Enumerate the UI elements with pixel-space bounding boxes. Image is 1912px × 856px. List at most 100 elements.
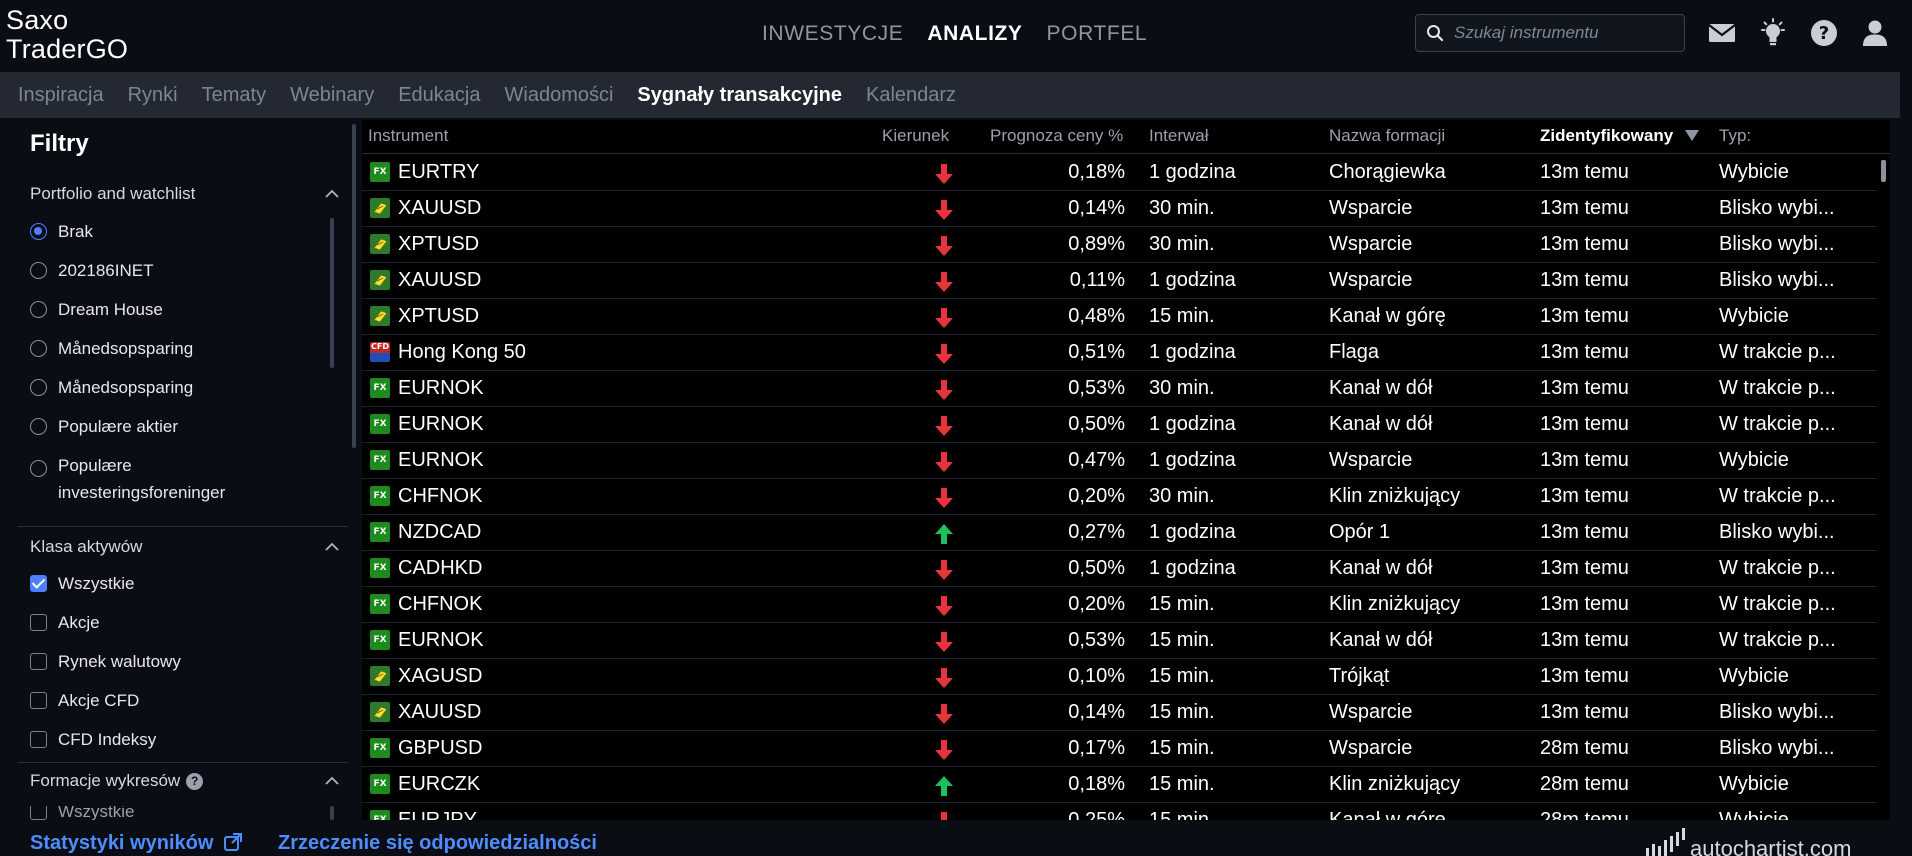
table-row[interactable]: XPTUSD 0,48% 15 min. Kanał w górę 13m temu Wy… [362,299,1877,335]
portfolio-scrollbar[interactable] [330,218,334,368]
column-header-instrument[interactable]: Instrument [368,126,448,146]
type-cell: W trakcie p... [1719,485,1836,507]
checkbox[interactable] [30,806,47,820]
radio[interactable] [30,340,47,357]
option-label: Wszystkie [58,806,135,820]
tab-kalendarz[interactable]: Kalendarz [866,84,956,107]
table-row[interactable]: XAUUSD 0,14% 15 min. Wsparcie 13m temu Blisko… [362,695,1877,731]
asset-class-option[interactable]: CFD Indeksy [30,730,156,750]
option-label: Populære investeringsforeninger [58,456,226,502]
column-header-pattern[interactable]: Nazwa formacji [1329,126,1445,146]
table-row[interactable]: FX EURNOK 0,50% 1 godzina Kanał w dół 13m tem… [362,407,1877,443]
app-logo[interactable]: Saxo TraderGO [6,6,128,64]
portfolio-option[interactable]: 202186INET [30,261,153,281]
option-label: 202186INET [58,261,154,280]
table-scrollbar[interactable] [1881,160,1886,182]
search-input[interactable] [1454,23,1674,43]
tab-wiadomosci[interactable]: Wiadomości [505,84,614,107]
column-header-interval[interactable]: Interwał [1149,126,1209,146]
column-header-type[interactable]: Typ: [1719,126,1751,146]
checkbox[interactable] [30,731,47,748]
table-row[interactable]: XPTUSD 0,89% 30 min. Wsparcie 13m temu Blisko… [362,227,1877,263]
table-row[interactable]: FX CHFNOK 0,20% 30 min. Klin zniżkujący 13m t… [362,479,1877,515]
table-row[interactable]: FX EURTRY 0,18% 1 godzina Chorągiewka 13m tem… [362,155,1877,191]
table-row[interactable]: FX GBPUSD 0,17% 15 min. Wsparcie 28m temu Blis… [362,731,1877,767]
chevron-up-icon[interactable] [324,539,340,555]
checkbox[interactable] [30,653,47,670]
table-row[interactable]: FX NZDCAD 0,27% 1 godzina Opór 1 13m temu Blis… [362,515,1877,551]
portfolio-option[interactable]: Populære aktier [30,417,178,437]
option-label: Rynek walutowy [58,652,181,671]
disclaimer-link[interactable]: Zrzeczenie się odpowiedzialności [278,832,597,855]
radio-selected[interactable] [30,223,47,240]
patterns-option[interactable]: Wszystkie [30,806,135,820]
stats-link[interactable]: Statystyki wyników [30,832,243,855]
asset-class-option[interactable]: Wszystkie [30,574,135,594]
pattern-cell: Wsparcie [1329,449,1413,471]
portfolio-option[interactable]: Månedsopsparing [30,339,193,359]
table-row[interactable]: XAUUSD 0,14% 30 min. Wsparcie 13m temu Blisko… [362,191,1877,227]
table-row[interactable]: XAGUSD 0,10% 15 min. Trójkąt 13m temu Wybicie [362,659,1877,695]
patterns-section-heading: Formacje wykresów? [30,771,204,791]
sidebar-scrollbar[interactable] [352,124,356,448]
chevron-up-icon[interactable] [324,773,340,789]
checkbox[interactable] [30,692,47,709]
radio[interactable] [30,418,47,435]
nav-inwestycje[interactable]: INWESTYCJE [762,22,903,46]
identified-cell: 13m temu [1540,593,1629,615]
portfolio-option[interactable]: Månedsopsparing [30,378,193,398]
portfolio-option[interactable]: Brak [30,222,93,242]
search-box[interactable] [1415,14,1685,52]
mail-icon[interactable] [1707,18,1737,48]
tab-webinary[interactable]: Webinary [290,84,374,107]
table-row[interactable]: FX CADHKD 0,50% 1 godzina Kanał w dół 13m tem… [362,551,1877,587]
tab-edukacja[interactable]: Edukacja [398,84,480,107]
help-icon[interactable]: ? [1809,18,1839,48]
table-row[interactable]: FX EURNOK 0,53% 30 min. Kanał w dół 13m temu W… [362,371,1877,407]
user-icon[interactable] [1860,18,1890,48]
tab-tematy[interactable]: Tematy [202,84,266,107]
checkbox-checked[interactable] [30,575,47,592]
portfolio-option[interactable]: Populære investeringsforeninger [30,456,260,506]
lightbulb-icon[interactable] [1758,18,1788,48]
table-row[interactable]: FX CHFNOK 0,20% 15 min. Klin zniżkujący 13m t… [362,587,1877,623]
patterns-scrollbar[interactable] [330,806,334,820]
column-header-forecast[interactable]: Prognoza ceny % [990,126,1123,146]
sort-desc-icon[interactable] [1684,128,1700,142]
svg-text:?: ? [1819,23,1829,44]
tab-sygnaly-transakcyjne[interactable]: Sygnały transakcyjne [637,84,842,107]
checkbox[interactable] [30,614,47,631]
arrow-down-icon [935,596,953,616]
help-icon[interactable]: ? [186,772,204,790]
column-header-identified[interactable]: Zidentyfikowany [1540,126,1700,146]
arrow-down-icon [935,740,953,760]
pattern-cell: Klin zniżkujący [1329,773,1461,795]
tab-rynki[interactable]: Rynki [128,84,178,107]
column-header-direction[interactable]: Kierunek [882,126,949,146]
asset-class-option[interactable]: Akcje [30,613,100,633]
radio[interactable] [30,301,47,318]
table-row[interactable]: XAUUSD 0,11% 1 godzina Wsparcie 13m temu Blis… [362,263,1877,299]
tab-inspiracja[interactable]: Inspiracja [18,84,104,107]
table-row[interactable]: FX EURCZK 0,18% 15 min. Klin zniżkujący 28m t… [362,767,1877,803]
portfolio-option[interactable]: Dream House [30,300,163,320]
chevron-up-icon[interactable] [324,186,340,202]
type-cell: Wybicie [1719,665,1789,687]
table-row[interactable]: FX EURNOK 0,53% 15 min. Kanał w dół 13m temu W… [362,623,1877,659]
table-row[interactable]: CFD Hong Kong 50 0,51% 1 godzina Flaga 13m te… [362,335,1877,371]
arrow-down-icon [935,560,953,580]
interval-cell: 1 godzina [1149,161,1236,183]
radio[interactable] [30,379,47,396]
commodity-bar-icon [370,198,390,218]
asset-class-option[interactable]: Akcje CFD [30,691,139,711]
nav-analizy[interactable]: ANALIZY [927,22,1022,46]
asset-class-option[interactable]: Rynek walutowy [30,652,181,672]
nav-portfel[interactable]: PORTFEL [1047,22,1148,46]
table-row[interactable]: FX EURNOK 0,47% 1 godzina Wsparcie 13m temu Wy… [362,443,1877,479]
type-cell: W trakcie p... [1719,413,1836,435]
radio[interactable] [30,262,47,279]
table-row[interactable]: FX EURJPY 0,25% 15 min. Kanał w górę 28m temu… [362,803,1877,820]
radio[interactable] [30,460,47,477]
interval-cell: 1 godzina [1149,413,1236,435]
identified-cell: 13m temu [1540,557,1629,579]
